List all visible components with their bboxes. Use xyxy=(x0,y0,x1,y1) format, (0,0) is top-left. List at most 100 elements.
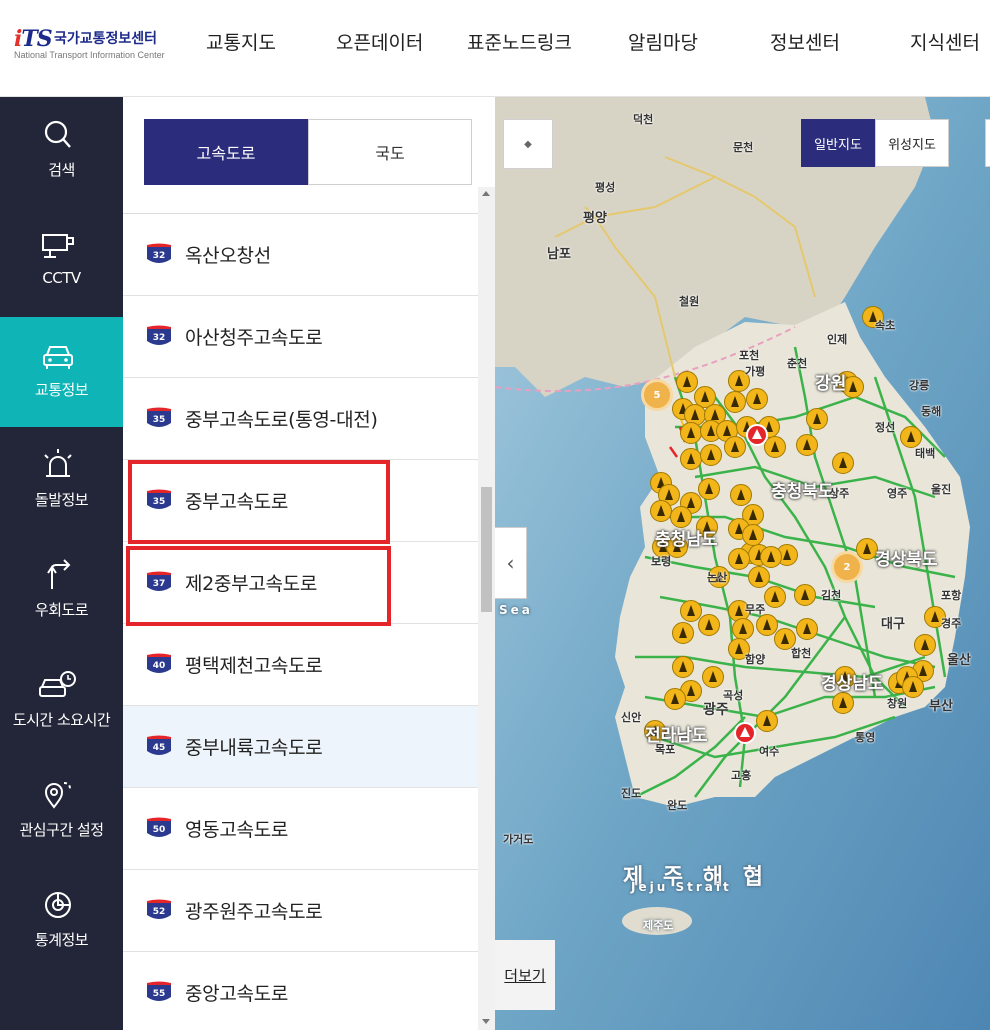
construction-marker-icon[interactable] xyxy=(794,584,816,606)
scroll-up-arrow-icon[interactable] xyxy=(482,191,490,196)
construction-marker-icon[interactable] xyxy=(724,391,746,413)
region-label: 충청남도 xyxy=(655,530,718,550)
sidebar-item-statistics[interactable]: 통계정보 xyxy=(0,867,123,977)
route-list-item[interactable]: 32 아산청주고속도로 xyxy=(123,296,478,378)
crosshair-icon: ◆ xyxy=(524,138,532,150)
route-list-item[interactable]: 35 중부고속도로(통영-대전) xyxy=(123,378,478,460)
place-label: 여수 xyxy=(759,745,780,758)
construction-marker-icon[interactable] xyxy=(676,371,698,393)
construction-marker-icon[interactable] xyxy=(672,656,694,678)
construction-marker-icon[interactable] xyxy=(742,524,764,546)
construction-marker-icon[interactable] xyxy=(796,618,818,640)
construction-marker-icon[interactable] xyxy=(756,710,778,732)
construction-marker-icon[interactable] xyxy=(730,484,752,506)
construction-marker-icon[interactable] xyxy=(664,688,686,710)
place-label: 정선 xyxy=(875,421,896,434)
construction-marker-icon[interactable] xyxy=(832,452,854,474)
place-label: 춘천 xyxy=(787,357,808,370)
construction-marker-icon[interactable] xyxy=(832,692,854,714)
marker-cluster[interactable]: 2 xyxy=(831,551,863,583)
nav-standard-node-link[interactable]: 표준노드링크 xyxy=(467,28,572,55)
construction-marker-icon[interactable] xyxy=(796,434,818,456)
place-label: 무주 xyxy=(745,603,766,616)
construction-marker-icon[interactable] xyxy=(698,478,720,500)
traffic-map[interactable]: 5 2 덕천 문천 평성 평양 남포 철원 인제 속초 포천 가평 춘천 강릉 동… xyxy=(495,97,990,1030)
place-label: 영주 xyxy=(887,487,908,500)
nav-notice[interactable]: 알림마당 xyxy=(628,28,698,55)
construction-marker-icon[interactable] xyxy=(732,618,754,640)
construction-marker-icon[interactable] xyxy=(760,546,782,568)
svg-text:32: 32 xyxy=(153,251,166,261)
route-list-item[interactable]: 55 중앙고속도로 xyxy=(123,952,478,1031)
route-name: 중부고속도로(통영-대전) xyxy=(185,409,378,431)
place-label: 제주도 xyxy=(643,919,674,932)
sidebar-item-interest-section[interactable]: 관심구간 설정 xyxy=(0,757,123,867)
route-list-item[interactable]: 37 제2중부고속도로 xyxy=(123,542,478,624)
region-label: 경상북도 xyxy=(875,550,938,570)
place-label: 진도 xyxy=(621,787,642,800)
place-label: 고흥 xyxy=(731,769,752,782)
sidebar-item-detour[interactable]: 우회도로 xyxy=(0,537,123,647)
route-name: 광주원주고속도로 xyxy=(185,901,323,923)
place-label: 울산 xyxy=(947,653,971,668)
site-logo[interactable]: iTS 국가교통정보센터 National Transport Informat… xyxy=(14,26,184,66)
construction-marker-icon[interactable] xyxy=(680,422,702,444)
list-scrollbar[interactable] xyxy=(478,187,495,1030)
sidebar-item-search[interactable]: 검색 xyxy=(0,97,123,207)
construction-marker-icon[interactable] xyxy=(764,436,786,458)
nav-info-center[interactable]: 정보센터 xyxy=(770,28,840,55)
route-list: 32 옥산오창선 32 아산청주고속도로 35 중부고속도로(통영-대전) 35 중부고속도로… xyxy=(123,213,478,1031)
nav-knowledge-center[interactable]: 지식센터 xyxy=(910,28,980,55)
detour-icon xyxy=(47,559,71,589)
place-label: 평성 xyxy=(595,181,616,194)
construction-marker-icon[interactable] xyxy=(746,388,768,410)
route-list-item[interactable]: 35 중부고속도로 xyxy=(123,460,478,542)
route-list-item[interactable]: 32 옥산오창선 xyxy=(123,214,478,296)
nav-traffic-map[interactable]: 교통지도 xyxy=(206,28,276,55)
construction-marker-icon[interactable] xyxy=(914,634,936,656)
place-label: 덕천 xyxy=(633,113,654,126)
construction-marker-icon[interactable] xyxy=(680,448,702,470)
map-center-button[interactable]: ◆ xyxy=(503,119,553,169)
construction-marker-icon[interactable] xyxy=(748,566,770,588)
construction-marker-icon[interactable] xyxy=(702,666,724,688)
incident-warning-icon[interactable] xyxy=(746,424,768,446)
sidebar-item-traffic-info[interactable]: 교통정보 xyxy=(0,317,123,427)
route-list-item[interactable]: 45 중부내륙고속도로 xyxy=(123,706,478,788)
route-list-item[interactable]: 40 평택제천고속도로 xyxy=(123,624,478,706)
its-logo-mark: iTS xyxy=(14,26,53,52)
logo-subtitle: National Transport Information Center xyxy=(14,50,165,60)
satellite-map-toggle[interactable]: 위성지도 xyxy=(875,119,949,167)
highway-shield-icon: 32 xyxy=(147,243,171,263)
sidebar-item-cctv[interactable]: CCTV xyxy=(0,207,123,317)
incident-warning-icon[interactable] xyxy=(734,722,756,744)
svg-text:37: 37 xyxy=(153,579,166,589)
sidebar-label: CCTV xyxy=(42,269,81,287)
nav-open-data[interactable]: 오픈데이터 xyxy=(336,28,423,55)
construction-marker-icon[interactable] xyxy=(672,622,694,644)
route-list-item[interactable]: 52 광주원주고속도로 xyxy=(123,870,478,952)
more-link[interactable]: 더보기 xyxy=(495,940,555,1010)
sidebar-item-travel-time[interactable]: 도시간 소요시간 xyxy=(0,647,123,757)
tab-expressway[interactable]: 고속도로 xyxy=(144,119,308,185)
construction-marker-icon[interactable] xyxy=(806,408,828,430)
construction-marker-icon[interactable] xyxy=(698,614,720,636)
location-pin-icon xyxy=(44,782,71,809)
scrollbar-thumb[interactable] xyxy=(481,487,492,612)
sidebar-item-incident[interactable]: 돌발정보 xyxy=(0,427,123,537)
construction-marker-icon[interactable] xyxy=(724,436,746,458)
construction-marker-icon[interactable] xyxy=(700,444,722,466)
scroll-down-arrow-icon[interactable] xyxy=(482,1019,490,1024)
map-extra-control[interactable] xyxy=(985,119,990,167)
collapse-panel-button[interactable]: ‹ xyxy=(495,527,527,599)
normal-map-toggle[interactable]: 일반지도 xyxy=(801,119,875,167)
marker-cluster[interactable]: 5 xyxy=(641,379,673,411)
construction-marker-icon[interactable] xyxy=(728,548,750,570)
tab-national-road[interactable]: 국도 xyxy=(308,119,472,185)
highway-shield-icon: 50 xyxy=(147,817,171,837)
construction-marker-icon[interactable] xyxy=(764,586,786,608)
construction-marker-icon[interactable] xyxy=(650,500,672,522)
car-icon xyxy=(43,346,73,369)
place-label: 함양 xyxy=(745,653,766,666)
route-list-item[interactable]: 50 영동고속도로 xyxy=(123,788,478,870)
